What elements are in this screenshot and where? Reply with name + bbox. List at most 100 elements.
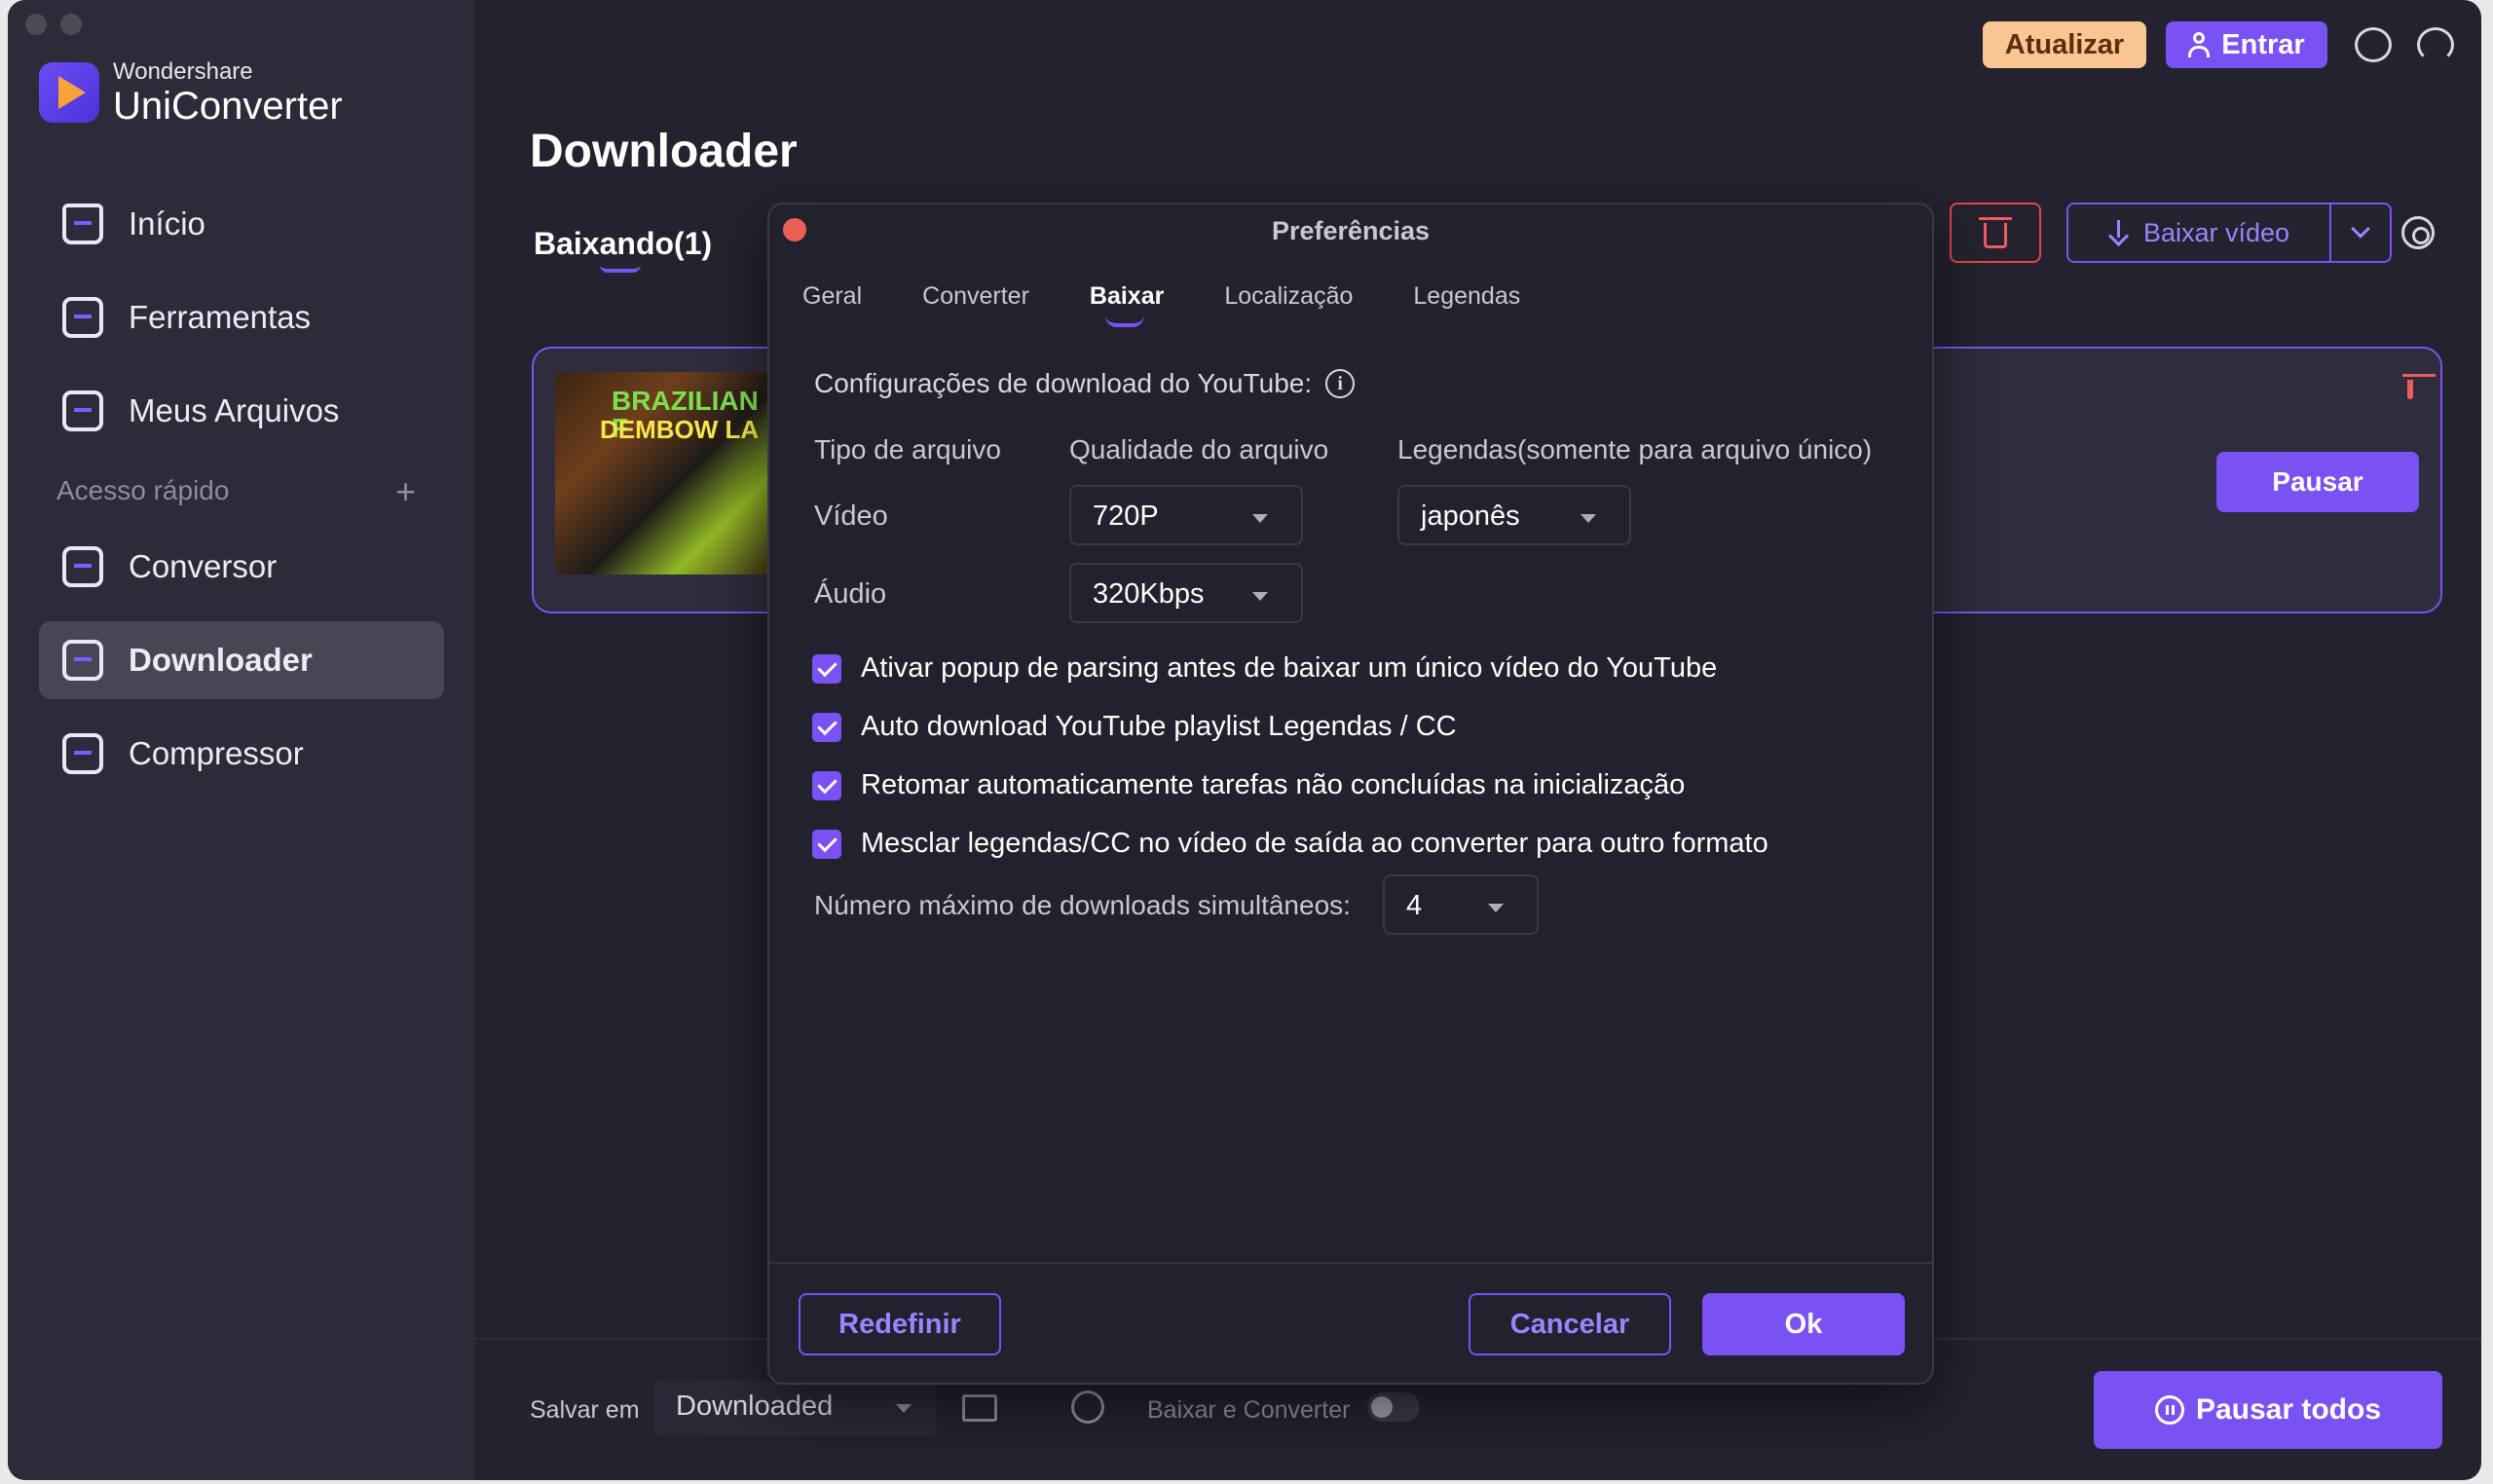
login-button[interactable]: Entrar xyxy=(2166,21,2327,68)
trash-icon xyxy=(2407,380,2413,399)
app-window: Wondershare UniConverter Início Ferramen… xyxy=(8,0,2481,1480)
tab-download[interactable]: Baixar xyxy=(1090,282,1164,327)
downloader-icon xyxy=(62,640,103,681)
brand: Wondershare UniConverter xyxy=(39,58,343,127)
folder-icon[interactable] xyxy=(962,1394,997,1422)
sidebar-item-tools[interactable]: Ferramentas xyxy=(39,278,444,356)
option-merge-subtitles[interactable]: Mesclar legendas/CC no vídeo de saída ao… xyxy=(812,828,1768,860)
login-label: Entrar xyxy=(2221,28,2305,60)
pause-all-button[interactable]: Pausar todos xyxy=(2094,1371,2442,1449)
option-label: Ativar popup de parsing antes de baixar … xyxy=(861,652,1718,684)
quick-access-label: Acesso rápido xyxy=(56,475,230,505)
audio-row-label: Áudio xyxy=(814,578,887,610)
cancel-button[interactable]: Cancelar xyxy=(1469,1293,1671,1355)
compressor-icon xyxy=(62,733,103,774)
window-controls xyxy=(25,14,82,35)
window-minimize-button[interactable] xyxy=(60,14,82,35)
chevron-down-icon xyxy=(2351,219,2370,239)
save-to-label: Salvar em xyxy=(530,1396,640,1424)
chat-icon[interactable] xyxy=(2355,27,2392,62)
sidebar-item-converter[interactable]: Conversor xyxy=(39,528,444,606)
video-quality-value: 720P xyxy=(1093,501,1159,532)
download-icon xyxy=(2108,220,2130,245)
dialog-tabs: Geral Converter Baixar Localização Legen… xyxy=(802,282,1520,327)
audio-quality-value: 320Kbps xyxy=(1093,578,1205,610)
save-location-value: Downloaded xyxy=(676,1391,834,1422)
pause-icon xyxy=(2154,1395,2184,1425)
tab-location[interactable]: Localização xyxy=(1224,282,1353,311)
pause-all-label: Pausar todos xyxy=(2195,1393,2382,1426)
toolbox-icon xyxy=(62,297,103,338)
checkbox-checked-icon[interactable] xyxy=(812,712,841,742)
sidebar-item-label: Conversor xyxy=(129,548,278,584)
option-parsing-popup[interactable]: Ativar popup de parsing antes de baixar … xyxy=(812,652,1717,685)
ok-button[interactable]: Ok xyxy=(1702,1293,1905,1355)
reset-button[interactable]: Redefinir xyxy=(799,1293,1001,1355)
user-icon xyxy=(2188,32,2211,57)
sidebar-item-label: Meus Arquivos xyxy=(129,392,340,428)
youtube-settings-title: Configurações de download do YouTube: i xyxy=(814,368,1356,399)
caret-down-icon xyxy=(1252,514,1268,523)
sidebar: Wondershare UniConverter Início Ferramen… xyxy=(8,0,475,1480)
files-icon xyxy=(62,390,103,431)
tab-active-indicator xyxy=(600,265,641,273)
settings-gear-icon[interactable] xyxy=(2401,216,2435,249)
sidebar-item-downloader[interactable]: Downloader xyxy=(39,621,444,699)
tab-downloading[interactable]: Baixando(1) xyxy=(534,226,712,262)
option-resume-tasks[interactable]: Retomar automaticamente tarefas não conc… xyxy=(812,769,1685,801)
option-label: Mesclar legendas/CC no vídeo de saída ao… xyxy=(861,828,1768,859)
update-button[interactable]: Atualizar xyxy=(1983,21,2146,68)
sidebar-item-label: Ferramentas xyxy=(129,299,312,335)
sidebar-item-label: Compressor xyxy=(129,735,304,771)
caret-down-icon xyxy=(1252,592,1268,601)
checkbox-checked-icon[interactable] xyxy=(812,829,841,859)
max-downloads-select[interactable]: 4 xyxy=(1383,874,1539,935)
checkbox-checked-icon[interactable] xyxy=(812,653,841,684)
sidebar-item-compressor[interactable]: Compressor xyxy=(39,715,444,793)
download-convert-label: Baixar e Converter xyxy=(1147,1396,1351,1424)
pause-task-button[interactable]: Pausar xyxy=(2216,452,2419,512)
file-quality-header: Qualidade do arquivo xyxy=(1069,434,1329,464)
download-video-label: Baixar vídeo xyxy=(2142,217,2290,247)
max-downloads-label: Número máximo de downloads simultâneos: xyxy=(814,890,1351,920)
download-video-button[interactable]: Baixar vídeo xyxy=(2066,203,2331,263)
dialog-title: Preferências xyxy=(1271,216,1431,245)
sidebar-item-home[interactable]: Início xyxy=(39,185,444,263)
preferences-dialog: Preferências Geral Converter Baixar Loca… xyxy=(767,203,1934,1385)
tab-general[interactable]: Geral xyxy=(802,282,862,311)
download-convert-toggle[interactable] xyxy=(1367,1392,1420,1422)
section-title-text: Configurações de download do YouTube: xyxy=(814,368,1313,398)
tab-subtitles[interactable]: Legendas xyxy=(1413,282,1520,311)
quick-access-add-icon[interactable]: + xyxy=(395,471,416,512)
tab-converter[interactable]: Converter xyxy=(922,282,1029,311)
audio-quality-select[interactable]: 320Kbps xyxy=(1069,563,1303,623)
checkbox-checked-icon[interactable] xyxy=(812,770,841,800)
sidebar-item-label: Downloader xyxy=(129,642,313,678)
subtitle-language-value: japonês xyxy=(1421,501,1520,532)
video-thumbnail: BRAZILIAN F DEMBOW LA xyxy=(555,372,779,575)
brand-name: UniConverter xyxy=(113,85,343,128)
home-icon xyxy=(62,204,103,244)
timer-icon[interactable] xyxy=(1071,1391,1104,1424)
delete-all-button[interactable] xyxy=(1950,203,2041,263)
sidebar-item-my-files[interactable]: Meus Arquivos xyxy=(39,372,444,450)
video-quality-select[interactable]: 720P xyxy=(1069,485,1303,545)
caret-down-icon xyxy=(896,1404,912,1413)
window-close-button[interactable] xyxy=(25,14,47,35)
file-type-header: Tipo de arquivo xyxy=(814,434,1001,464)
subtitles-header: Legendas(somente para arquivo único) xyxy=(1397,434,1873,464)
info-icon[interactable]: i xyxy=(1325,369,1356,398)
max-downloads-value: 4 xyxy=(1406,890,1423,921)
sidebar-item-label: Início xyxy=(129,205,205,241)
subtitle-language-select[interactable]: japonês xyxy=(1397,485,1631,545)
task-delete-button[interactable] xyxy=(2407,380,2413,399)
brand-company: Wondershare xyxy=(113,58,253,85)
option-auto-playlist-subtitles[interactable]: Auto download YouTube playlist Legendas … xyxy=(812,711,1457,743)
save-location-select[interactable]: Downloaded xyxy=(654,1381,937,1435)
download-options-dropdown[interactable] xyxy=(2329,203,2392,263)
trash-icon xyxy=(1979,217,2012,248)
option-label: Auto download YouTube playlist Legendas … xyxy=(861,711,1457,742)
converter-icon xyxy=(62,546,103,587)
headset-icon[interactable] xyxy=(2417,27,2454,62)
dialog-footer: Redefinir Cancelar Ok xyxy=(769,1262,1932,1355)
